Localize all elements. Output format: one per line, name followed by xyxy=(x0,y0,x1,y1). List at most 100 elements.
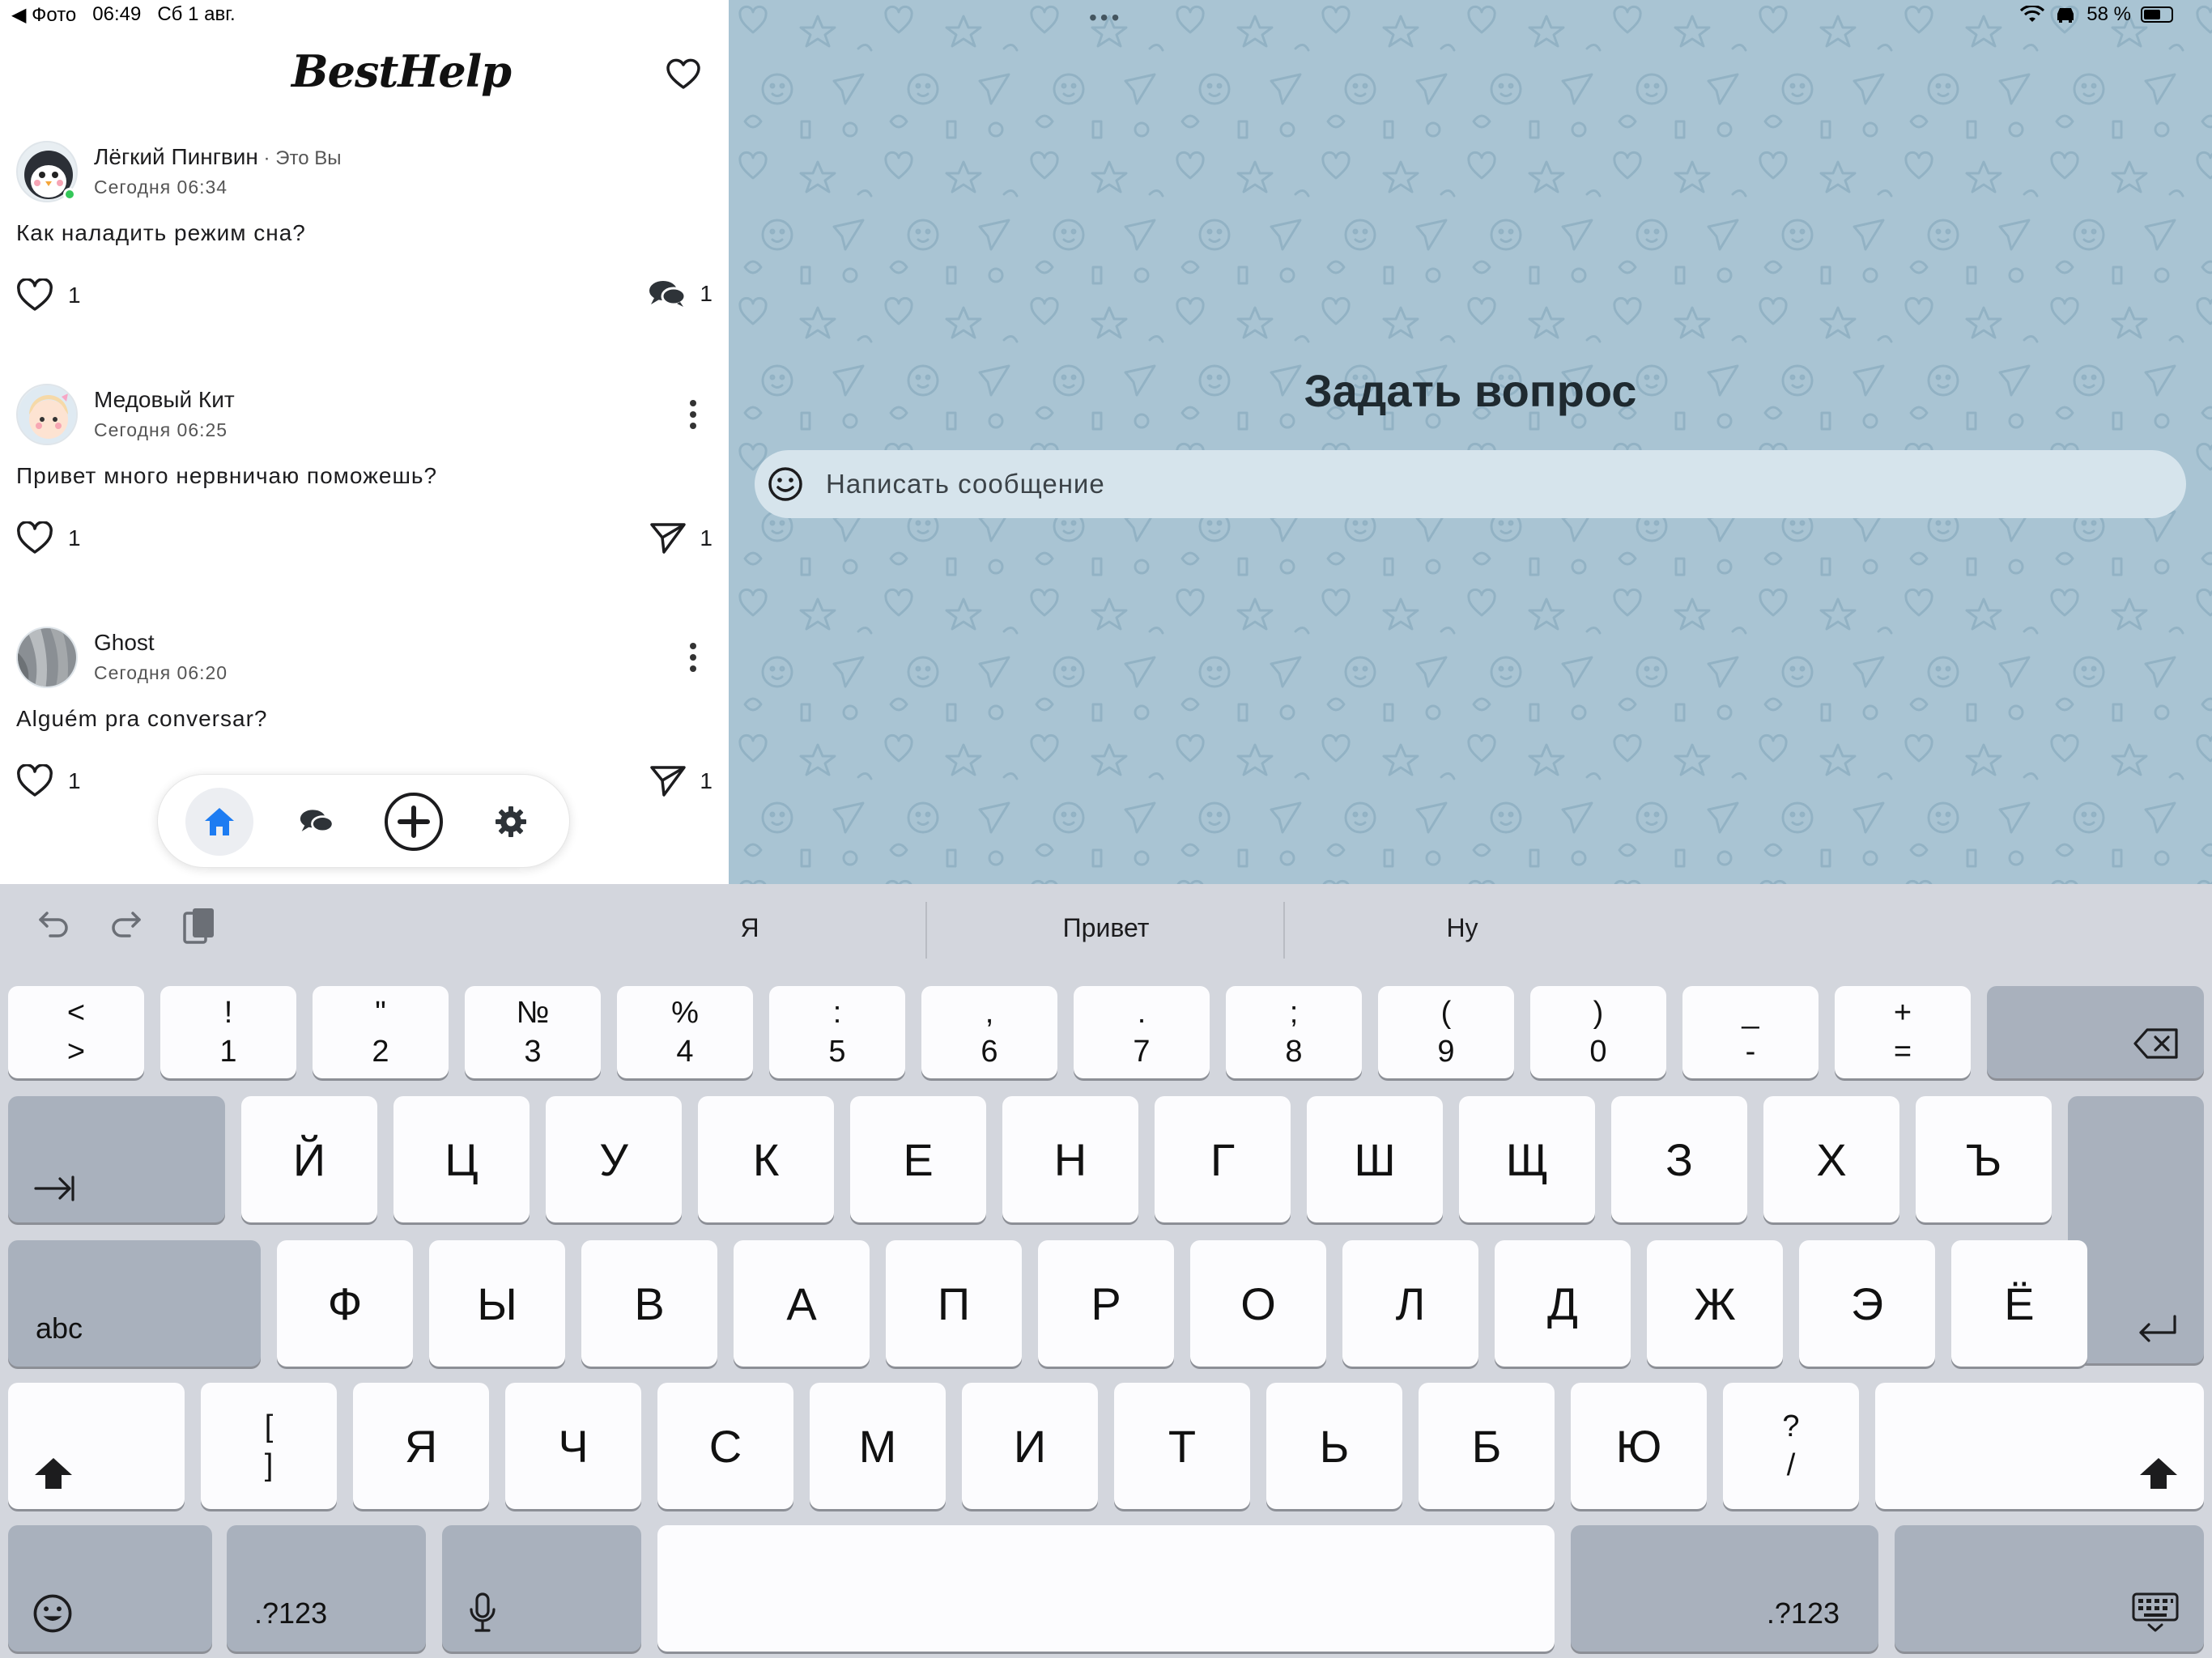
key-minus[interactable]: _ - xyxy=(1682,986,1819,1078)
multitasking-dots[interactable]: ••• xyxy=(1089,5,1122,31)
reply-button[interactable]: 1 xyxy=(649,764,713,798)
tab-home[interactable] xyxy=(185,788,253,856)
avatar[interactable] xyxy=(16,384,78,445)
key-less-greater[interactable]: < > xyxy=(8,986,144,1078)
post-author[interactable]: Лёгкий Пингвин xyxy=(94,144,258,169)
key-letter[interactable]: Ё xyxy=(1951,1240,2087,1367)
key-letter[interactable]: Ц xyxy=(393,1096,530,1222)
abc-layout-key[interactable]: abc xyxy=(8,1240,261,1367)
key-letter[interactable]: У xyxy=(546,1096,682,1222)
key-2[interactable]: " 2 xyxy=(313,986,449,1078)
key-question-slash[interactable]: ? / xyxy=(1723,1383,1859,1509)
key-letter[interactable]: Ь xyxy=(1266,1383,1402,1509)
key-5[interactable]: :5 xyxy=(769,986,905,1078)
key-letter[interactable]: Я xyxy=(353,1383,489,1509)
key-letter[interactable]: Ф xyxy=(277,1240,413,1367)
feed-post[interactable]: Медовый Кит Сегодня 06:25 Привет много н… xyxy=(0,384,729,627)
key-7[interactable]: .7 xyxy=(1074,986,1210,1078)
key-letter[interactable]: В xyxy=(581,1240,717,1367)
heart-icon[interactable] xyxy=(664,55,703,94)
more-options-icon[interactable] xyxy=(680,641,706,674)
key-letter[interactable]: Х xyxy=(1763,1096,1899,1222)
key-6[interactable]: ,6 xyxy=(921,986,1057,1078)
key-4[interactable]: % 4 xyxy=(617,986,753,1078)
like-button[interactable]: 1 xyxy=(16,521,81,555)
shift-arrow-icon xyxy=(2140,1458,2177,1489)
key-letter[interactable]: Л xyxy=(1342,1240,1478,1367)
numbers-key-right[interactable]: .?123 xyxy=(1571,1525,1878,1652)
key-letter[interactable]: К xyxy=(698,1096,834,1222)
send-plane-icon xyxy=(650,766,687,797)
key-letter[interactable]: Ю xyxy=(1571,1383,1707,1509)
key-letter[interactable]: С xyxy=(657,1383,793,1509)
key-letter[interactable]: Ч xyxy=(505,1383,641,1509)
key-letter[interactable]: Г xyxy=(1155,1096,1291,1222)
post-text[interactable]: Привет много нервничаю поможешь? xyxy=(16,463,437,489)
key-letter[interactable]: М xyxy=(810,1383,946,1509)
key-8[interactable]: ; 8 xyxy=(1226,986,1362,1078)
reply-button[interactable]: 1 xyxy=(649,521,713,555)
shift-key-left[interactable] xyxy=(8,1383,185,1509)
more-options-icon[interactable] xyxy=(680,398,706,431)
redo-icon[interactable] xyxy=(108,905,144,941)
post-text[interactable]: Alguém pra conversar? xyxy=(16,706,267,732)
space-bar[interactable] xyxy=(657,1525,1555,1652)
prediction-1[interactable]: Я xyxy=(572,913,928,943)
key-1[interactable]: ! 1 xyxy=(160,986,296,1078)
shift-key-right[interactable] xyxy=(1875,1383,2204,1509)
hide-keyboard-key[interactable] xyxy=(1895,1525,2204,1652)
return-arrow-icon xyxy=(2139,1315,2176,1342)
key-letter[interactable]: Е xyxy=(850,1096,986,1222)
key-letter[interactable]: Ж xyxy=(1647,1240,1783,1367)
feed-post[interactable]: Лёгкий Пингвин · Это Вы Сегодня 06:34 Ка… xyxy=(0,141,729,384)
numbers-key-left[interactable]: .?123 xyxy=(227,1525,426,1652)
return-key[interactable] xyxy=(2068,1096,2204,1363)
key-brackets[interactable]: [] xyxy=(201,1383,337,1509)
key-letter[interactable]: П xyxy=(886,1240,1022,1367)
key-letter[interactable]: Н xyxy=(1002,1096,1138,1222)
back-to-app-link[interactable]: ◀ Фото xyxy=(11,3,76,27)
key-letter[interactable]: З xyxy=(1611,1096,1747,1222)
emoji-key[interactable] xyxy=(8,1525,212,1652)
tab-key[interactable] xyxy=(8,1096,225,1222)
undo-icon[interactable] xyxy=(36,905,71,941)
key-3[interactable]: № 3 xyxy=(465,986,601,1078)
key-letter[interactable]: Й xyxy=(241,1096,377,1222)
like-button[interactable]: 1 xyxy=(16,764,81,798)
key-letter[interactable]: Д xyxy=(1495,1240,1631,1367)
key-letter[interactable]: Щ xyxy=(1459,1096,1595,1222)
prediction-3[interactable]: Ну xyxy=(1284,913,1640,943)
tab-new-question[interactable] xyxy=(380,788,448,856)
key-letter[interactable]: И xyxy=(962,1383,1098,1509)
avatar[interactable] xyxy=(16,627,78,688)
tab-settings[interactable] xyxy=(477,788,545,856)
key-letter[interactable]: Ы xyxy=(429,1240,565,1367)
key-letter[interactable]: А xyxy=(734,1240,870,1367)
key-letter[interactable]: Ъ xyxy=(1916,1096,2052,1222)
key-letter[interactable]: Т xyxy=(1114,1383,1250,1509)
key-letter[interactable]: Э xyxy=(1799,1240,1935,1367)
prediction-2[interactable]: Привет xyxy=(928,913,1284,943)
key-equals[interactable]: + = xyxy=(1835,986,1971,1078)
key-letter[interactable]: О xyxy=(1190,1240,1326,1367)
like-button[interactable]: 1 xyxy=(16,278,81,312)
key-9[interactable]: (9 xyxy=(1378,986,1514,1078)
key-bottom-label: 4 xyxy=(676,1035,694,1069)
dictation-key[interactable] xyxy=(442,1525,641,1652)
message-input[interactable] xyxy=(826,461,2154,507)
tab-chats[interactable] xyxy=(283,788,351,856)
post-author[interactable]: Ghost xyxy=(94,630,155,656)
comments-button[interactable]: 1 xyxy=(648,278,713,309)
key-letter[interactable]: Р xyxy=(1038,1240,1174,1367)
post-author[interactable]: Медовый Кит xyxy=(94,387,235,413)
key-0[interactable]: ) 0 xyxy=(1530,986,1666,1078)
battery-icon xyxy=(2141,6,2173,23)
clipboard-icon[interactable] xyxy=(181,905,217,947)
key-top-label: % xyxy=(671,996,699,1030)
post-text[interactable]: Как наладить режим сна? xyxy=(16,220,306,246)
key-letter[interactable]: Ш xyxy=(1307,1096,1443,1222)
backspace-key[interactable] xyxy=(1987,986,2204,1078)
key-top-label: + xyxy=(1893,996,1912,1030)
key-letter[interactable]: Б xyxy=(1419,1383,1555,1509)
emoji-icon[interactable] xyxy=(768,466,803,502)
